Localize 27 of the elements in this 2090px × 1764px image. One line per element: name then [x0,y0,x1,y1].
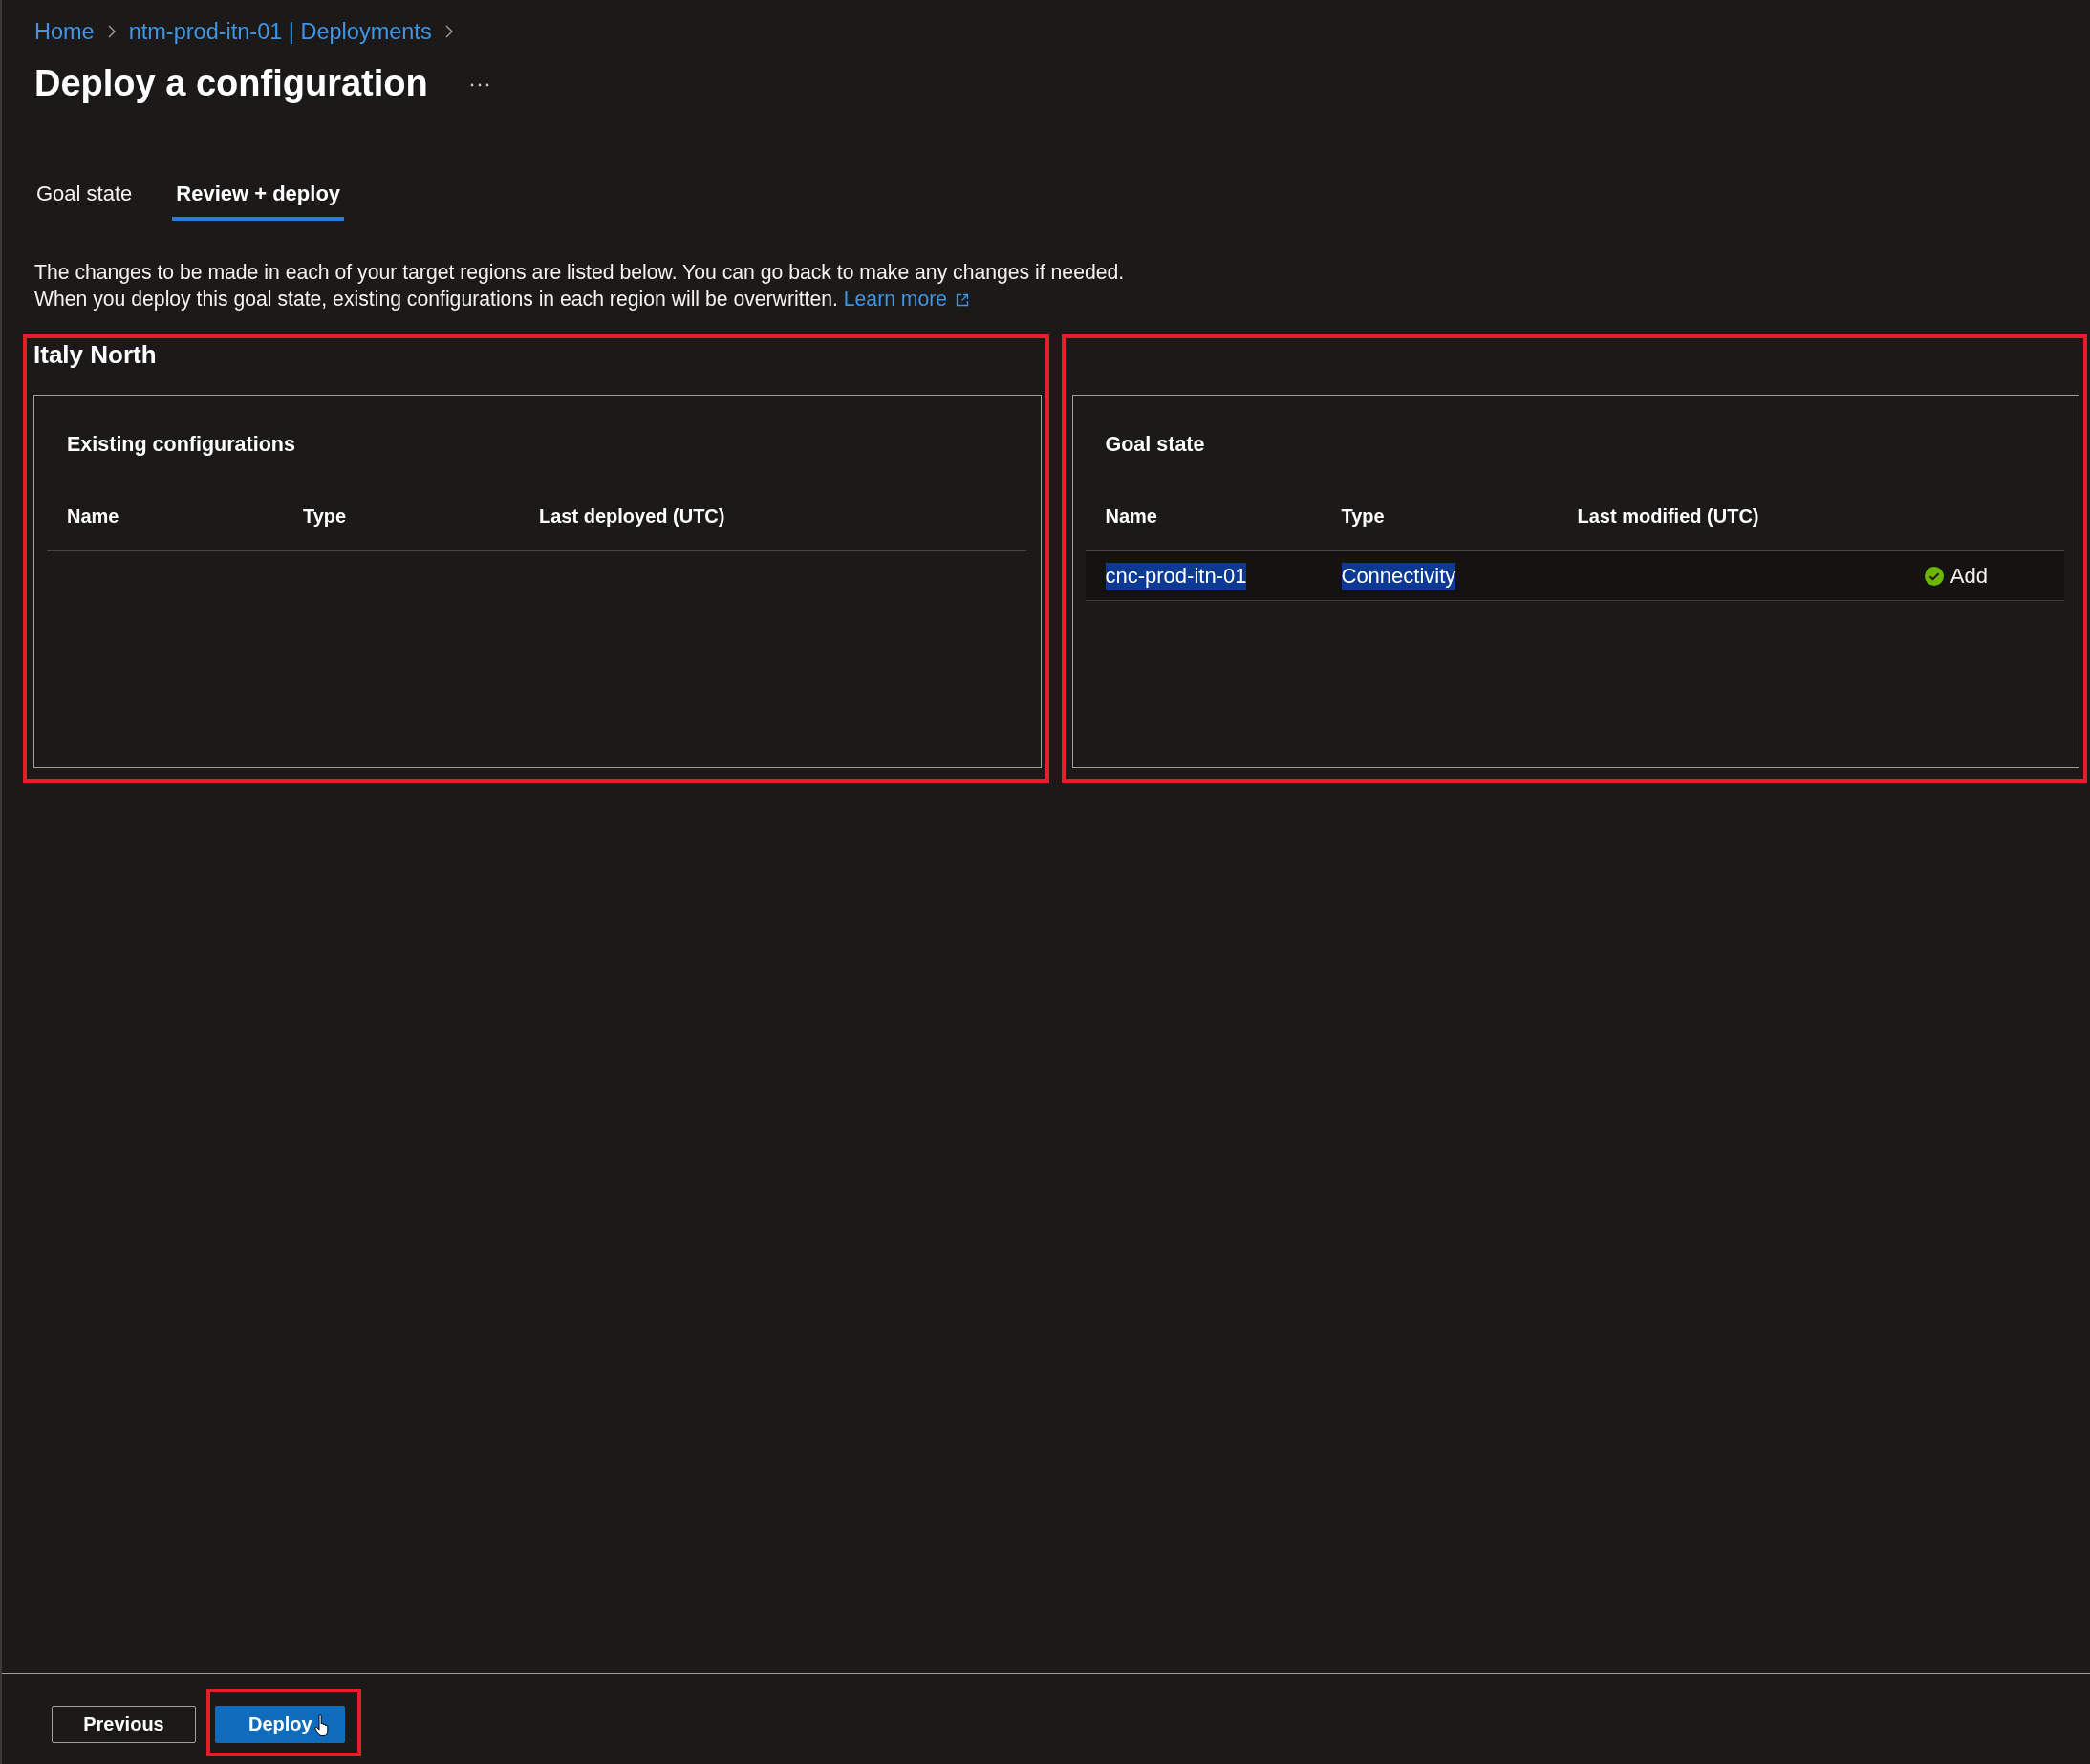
breadcrumb-link[interactable]: Home [34,17,95,46]
description-text: The changes to be made in each of your target regions are listed below. You can go back to make any changes if needed. When you deploy this goal state, existing configurations in each region will be overwritten. Learn more [33,260,1126,312]
panel-title: Existing configurations [66,432,296,458]
tab[interactable]: Goal state [32,181,137,221]
column-header: Last deployed (UTC) [539,505,725,528]
check-circle-icon [1924,566,1944,586]
column-header: Type [303,505,347,528]
column-header: Name [67,505,119,528]
deploy-button[interactable]: Deploy [215,1706,345,1743]
table-cell: Connectivity [1341,562,1456,590]
learn-more-link[interactable]: Learn more [843,288,970,310]
column-header: Name [1105,505,1157,528]
region-title: Italy North [33,339,158,370]
column-header: Last modified (UTC) [1577,505,1759,528]
more-icon[interactable] [469,83,489,87]
chevron-right-icon [107,25,116,38]
table-cell: cnc-prod-itn-01 [1105,562,1247,590]
table-row[interactable]: cnc-prod-itn-01 Connectivity Add [1085,551,2064,601]
external-link-icon [956,293,970,307]
column-header: Type [1341,505,1385,528]
page-title: Deploy a configuration [34,62,428,105]
tab[interactable]: Review + deploy [172,181,345,221]
breadcrumb-link[interactable]: ntm-prod-itn-01 | Deployments [128,17,432,46]
previous-button[interactable]: Previous [52,1706,196,1743]
chevron-right-icon [444,25,453,38]
panel-title: Goal state [1104,432,1206,458]
status-text: Add [1950,562,1988,590]
